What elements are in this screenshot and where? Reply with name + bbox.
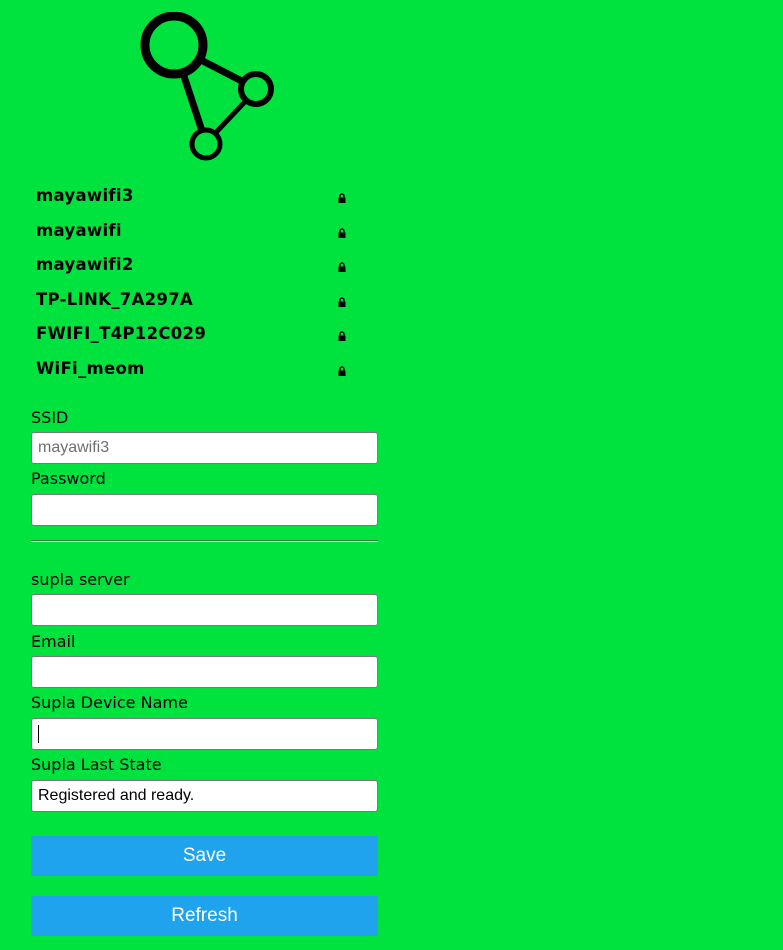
- last-state-input[interactable]: [31, 780, 378, 812]
- network-item[interactable]: mayawifi2: [36, 254, 356, 289]
- refresh-button[interactable]: Refresh: [31, 896, 378, 936]
- network-ssid[interactable]: TP-LINK_7A297A: [36, 290, 193, 309]
- network-ssid[interactable]: mayawifi3: [36, 186, 134, 205]
- network-ssid[interactable]: mayawifi: [36, 221, 122, 240]
- email-input[interactable]: [31, 656, 378, 688]
- ssid-label: SSID: [31, 408, 69, 427]
- network-item[interactable]: WiFi_meom: [36, 358, 356, 393]
- password-label: Password: [31, 469, 106, 488]
- lock-icon: [338, 331, 346, 342]
- device-name-input[interactable]: [31, 718, 378, 750]
- network-item[interactable]: TP-LINK_7A297A: [36, 289, 356, 324]
- network-item[interactable]: FWIFI_T4P12C029: [36, 323, 356, 358]
- device-name-label: Supla Device Name: [31, 693, 188, 712]
- lock-icon: [338, 193, 346, 203]
- last-state-label: Supla Last State: [31, 755, 162, 774]
- email-label: Email: [31, 632, 76, 651]
- lock-icon: [338, 227, 346, 238]
- network-ssid[interactable]: WiFi_meom: [36, 359, 145, 378]
- divider: [31, 540, 378, 542]
- ssid-input[interactable]: [31, 432, 378, 464]
- network-ssid[interactable]: mayawifi2: [36, 255, 134, 274]
- network-item[interactable]: mayawifi: [36, 220, 356, 255]
- password-input[interactable]: [31, 494, 378, 526]
- text-cursor: [38, 725, 39, 743]
- share-network-icon: [140, 12, 274, 161]
- lock-icon: [338, 366, 346, 376]
- lock-icon: [338, 262, 346, 273]
- network-ssid[interactable]: FWIFI_T4P12C029: [36, 324, 206, 343]
- network-item[interactable]: mayawifi3: [36, 185, 356, 220]
- lock-icon: [338, 297, 346, 307]
- save-button[interactable]: Save: [31, 836, 378, 876]
- server-input[interactable]: [31, 594, 378, 626]
- network-list: mayawifi3 mayawifi mayawifi2 TP-LINK_7A2…: [36, 185, 356, 393]
- server-label: supla server: [31, 570, 130, 589]
